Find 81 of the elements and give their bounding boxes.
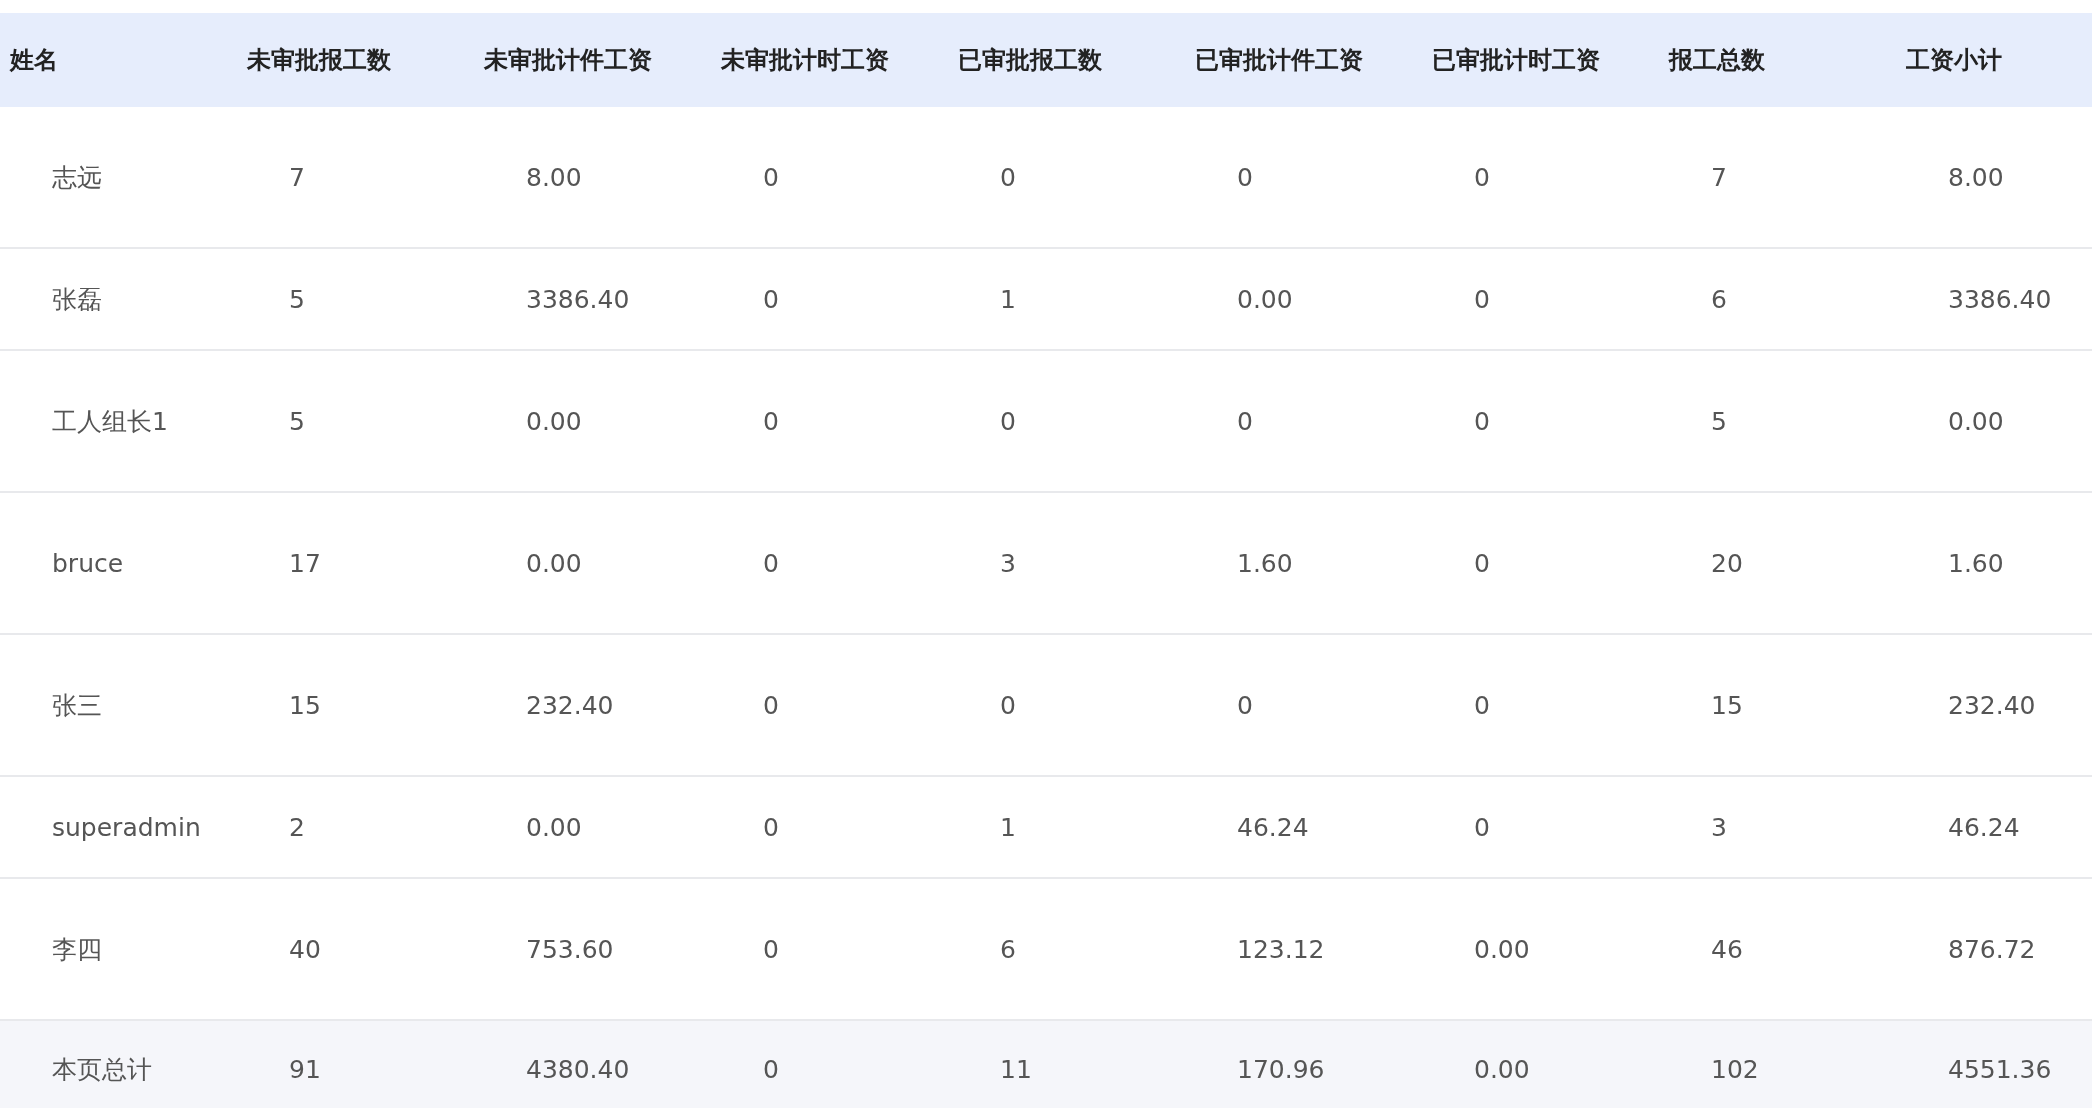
table-cell-text: 0 <box>762 161 780 194</box>
table-cell-text: 753.60 <box>525 933 615 966</box>
table-cell-text: 0 <box>1473 811 1491 844</box>
table-cell-text: 46.24 <box>1236 811 1310 844</box>
table-cell-text: 0 <box>1473 161 1491 194</box>
column-header: 已审批计件工资 <box>1194 45 1364 76</box>
table-cell-text: 0 <box>1236 161 1254 194</box>
column-header: 已审批计时工资 <box>1431 45 1601 76</box>
table-cell-text: 0 <box>999 161 1017 194</box>
table-cell-text: 1 <box>999 283 1017 316</box>
table-cell-text: 0 <box>999 405 1017 438</box>
table-cell-text: 232.40 <box>1947 689 2037 722</box>
column-header: 未审批报工数 <box>246 45 392 76</box>
table-cell-text: 0 <box>762 547 780 580</box>
summary-cell-text: 11 <box>999 1054 1033 1086</box>
table-cell-text: 0.00 <box>1236 283 1294 316</box>
table-cell-text: 0 <box>762 405 780 438</box>
table-cell-text: 46 <box>1710 933 1744 966</box>
summary-cell-text: 102 <box>1710 1054 1760 1086</box>
table-cell-text: 1 <box>999 811 1017 844</box>
table-cell-text: 40 <box>288 933 322 966</box>
table-cell-text: 0.00 <box>525 405 583 438</box>
table-cell-text: 7 <box>1710 161 1728 194</box>
table-cell-text: 123.12 <box>1236 933 1326 966</box>
table-cell-text: 0 <box>1473 405 1491 438</box>
table-cell-text: 7 <box>288 161 306 194</box>
table-cell-text: 0 <box>762 689 780 722</box>
table-cell-text: 5 <box>1710 405 1728 438</box>
summary-cell-text: 91 <box>288 1054 322 1086</box>
table-cell-text: 1.60 <box>1947 547 2005 580</box>
summary-cell-text: 170.96 <box>1236 1054 1326 1086</box>
table-cell-text: 3 <box>1710 811 1728 844</box>
table-cell-text: 0.00 <box>1473 933 1531 966</box>
table-cell-text: 0 <box>762 283 780 316</box>
column-header: 姓名 <box>8 45 59 76</box>
table-cell-text: 2 <box>288 811 306 844</box>
table-cell-text: 0.00 <box>525 811 583 844</box>
table-cell-text: 0 <box>762 933 780 966</box>
table-cell-text: 0 <box>1236 405 1254 438</box>
table-cell-text: 0.00 <box>525 547 583 580</box>
table-cell-text: 17 <box>288 547 322 580</box>
table-cell-text: 3 <box>999 547 1017 580</box>
table-cell-text: 0 <box>762 811 780 844</box>
summary-cell-text: 4551.36 <box>1947 1054 2053 1086</box>
table-cell-text: 5 <box>288 405 306 438</box>
table-cell-text: 0 <box>1236 689 1254 722</box>
table-cell-text: 15 <box>288 689 322 722</box>
column-header: 工资小计 <box>1905 45 2003 76</box>
summary-cell-text: 0 <box>762 1054 780 1086</box>
table-cell-text: 15 <box>1710 689 1744 722</box>
table-cell-text: 志远 <box>51 161 103 194</box>
table-cell-text: 0.00 <box>1947 405 2005 438</box>
table-cell-text: 0 <box>1473 283 1491 316</box>
table-cell-text: 0 <box>1473 547 1491 580</box>
table-cell-text: superadmin <box>51 811 202 844</box>
table-cell-text: 工人组长1 <box>51 405 169 438</box>
summary-cell-text: 本页总计 <box>51 1054 153 1086</box>
table-cell-text: 李四 <box>51 933 103 966</box>
table-cell-text: 8.00 <box>1947 161 2005 194</box>
table-cell-text: 46.24 <box>1947 811 2021 844</box>
table-cell-text: 张磊 <box>51 283 103 316</box>
table-cell-text: 3386.40 <box>525 283 631 316</box>
table-cell-text: 6 <box>1710 283 1728 316</box>
column-header: 报工总数 <box>1667 45 1766 76</box>
table-cell-text: 6 <box>999 933 1017 966</box>
table-cell-text: 5 <box>288 283 306 316</box>
summary-cell-text: 0.00 <box>1473 1054 1531 1086</box>
column-header: 未审批计时工资 <box>720 45 890 76</box>
table-cell-text: bruce <box>51 547 125 580</box>
table-cell-text: 张三 <box>51 689 103 722</box>
table-cell-text: 0 <box>1473 689 1491 722</box>
column-header: 未审批计件工资 <box>483 45 653 76</box>
table-cell-text: 0 <box>999 689 1017 722</box>
column-header: 已审批报工数 <box>957 45 1103 76</box>
table-cell-text: 232.40 <box>525 689 615 722</box>
table-cell-text: 1.60 <box>1236 547 1294 580</box>
table-cell-text: 8.00 <box>525 161 583 194</box>
table-cell-text: 20 <box>1710 547 1744 580</box>
summary-cell-text: 4380.40 <box>525 1054 631 1086</box>
table-cell-text: 876.72 <box>1947 933 2037 966</box>
table-cell-text: 3386.40 <box>1947 283 2053 316</box>
